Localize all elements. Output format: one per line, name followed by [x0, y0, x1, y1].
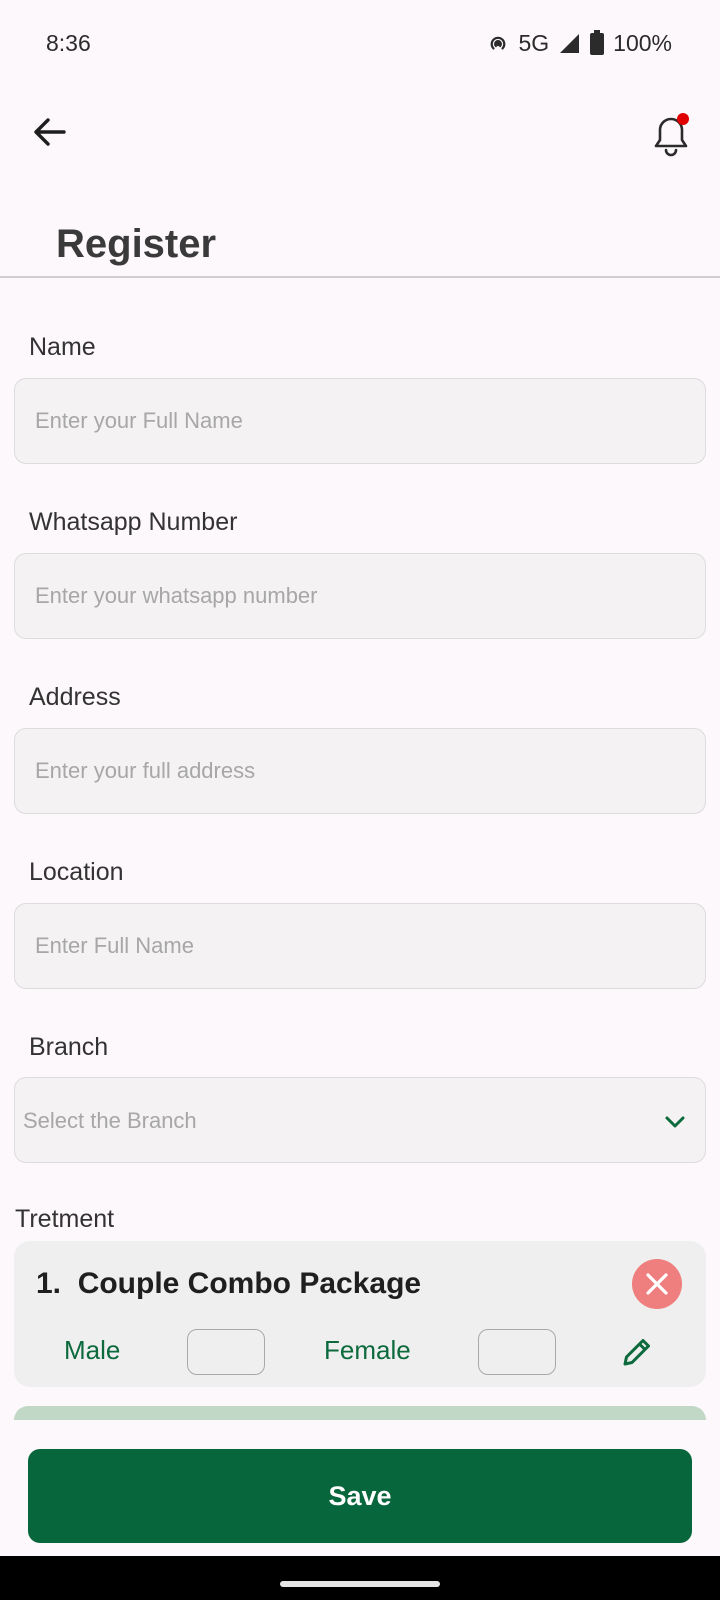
name-label: Name — [29, 333, 96, 361]
close-icon — [646, 1273, 668, 1295]
title-divider — [0, 276, 720, 278]
bell-icon — [654, 113, 689, 157]
male-count-field[interactable] — [187, 1329, 265, 1375]
branch-placeholder: Select the Branch — [23, 1108, 197, 1133]
female-count-field[interactable] — [478, 1329, 556, 1375]
treatment-card: 1. Couple Combo Package Male Female — [14, 1241, 706, 1387]
edit-treatment-button[interactable] — [618, 1333, 656, 1371]
home-indicator[interactable] — [280, 1581, 440, 1587]
system-nav-bar — [0, 1556, 720, 1600]
back-button[interactable] — [28, 110, 72, 154]
branch-label: Branch — [29, 1033, 109, 1061]
branch-select[interactable]: Select the Branch — [14, 1077, 706, 1163]
signal-icon — [557, 31, 581, 55]
arrow-left-icon — [34, 118, 66, 146]
treatment-title: 1. Couple Combo Package — [36, 1267, 422, 1300]
status-icons: 5G 100% — [486, 28, 672, 58]
name-input[interactable] — [14, 378, 706, 464]
address-input[interactable] — [14, 728, 706, 814]
save-button[interactable]: Save — [28, 1449, 692, 1543]
chevron-down-icon — [665, 1116, 685, 1128]
location-label: Location — [29, 858, 124, 886]
whatsapp-label: Whatsapp Number — [29, 508, 238, 536]
hotspot-icon — [486, 31, 510, 55]
address-label: Address — [29, 683, 121, 711]
pencil-icon — [623, 1339, 650, 1366]
status-bar: 8:36 5G 100% — [0, 0, 720, 88]
location-input[interactable] — [14, 903, 706, 989]
treatment-label: Tretment — [15, 1205, 115, 1233]
page-title: Register — [56, 222, 217, 266]
whatsapp-input[interactable] — [14, 553, 706, 639]
notification-button[interactable] — [644, 106, 698, 160]
battery-icon — [589, 30, 605, 56]
status-time: 8:36 — [46, 30, 91, 56]
add-treatment-card — [14, 1406, 706, 1420]
app-bar — [0, 100, 720, 170]
battery-level: 100% — [613, 29, 672, 56]
network-type: 5G — [518, 29, 550, 56]
remove-treatment-button[interactable] — [632, 1259, 682, 1309]
female-label: Female — [324, 1335, 411, 1365]
male-label: Male — [64, 1335, 121, 1365]
